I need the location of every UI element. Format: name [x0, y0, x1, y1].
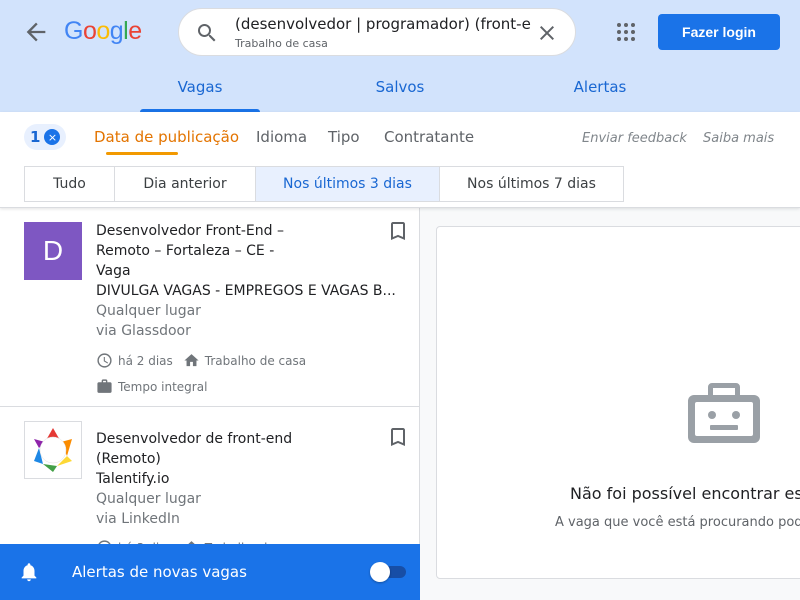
main-tabs: Vagas Salvos Alertas: [0, 68, 800, 112]
job-location: Qualquer lugar: [96, 303, 201, 319]
job-location: Qualquer lugar: [96, 491, 201, 507]
logo-letter: o: [96, 17, 110, 45]
job-title[interactable]: Desenvolvedor Front-End – Remoto – Forta…: [96, 221, 316, 281]
filter-tab-date-posted[interactable]: Data de publicação: [94, 128, 239, 146]
company-logo: D: [24, 222, 82, 280]
date-option-all[interactable]: Tudo: [25, 167, 115, 201]
login-button[interactable]: Fazer login: [658, 14, 780, 50]
job-title-line: Desenvolvedor Front-End –: [96, 223, 284, 239]
filter-tab-type[interactable]: Tipo: [328, 128, 360, 146]
job-meta-row: há 2 dias Trabalho de casa: [96, 352, 306, 369]
job-company: Talentify.io: [96, 471, 170, 487]
filter-tab-underline: [106, 152, 178, 155]
empty-state-title: Não foi possível encontrar es: [570, 484, 800, 503]
google-logo[interactable]: Google: [64, 17, 142, 46]
search-input[interactable]: (desenvolvedor | programador) (front-end: [235, 15, 531, 33]
send-feedback-link[interactable]: Enviar feedback: [582, 131, 687, 146]
search-icon[interactable]: [195, 21, 219, 45]
job-listing[interactable]: D Desenvolvedor Front-End – Remoto – For…: [0, 208, 419, 407]
date-filter-options: Tudo Dia anterior Nos últimos 3 dias Nos…: [24, 166, 624, 202]
job-posted: há 2 dias: [118, 353, 173, 368]
logo-letter: e: [128, 17, 142, 45]
date-option-last-7-days[interactable]: Nos últimos 7 dias: [440, 167, 623, 201]
clear-filters-icon[interactable]: ×: [44, 129, 61, 145]
job-meta-row: Tempo integral: [96, 378, 207, 395]
job-schedule: Tempo integral: [118, 379, 208, 394]
job-alerts-label: Alertas de novas vagas: [72, 563, 247, 581]
toggle-knob: [370, 562, 390, 582]
close-icon[interactable]: [535, 21, 559, 45]
job-alerts-toggle[interactable]: [370, 562, 406, 582]
date-option-last-3-days[interactable]: Nos últimos 3 dias: [256, 167, 440, 201]
tab-vagas[interactable]: Vagas: [140, 68, 260, 112]
filter-tab-employer[interactable]: Contratante: [384, 128, 474, 146]
logo-letter: G: [64, 17, 83, 45]
company-logo: [24, 421, 82, 479]
clock-icon: [97, 353, 112, 368]
job-alerts-bar: Alertas de novas vagas: [0, 544, 420, 600]
logo-letter: g: [109, 17, 124, 45]
search-box[interactable]: (desenvolvedor | programador) (front-end…: [178, 8, 576, 56]
job-title-line: Remoto – Fortaleza – CE -: [96, 243, 275, 259]
arrow-back-icon[interactable]: [22, 18, 50, 46]
learn-more-link[interactable]: Saiba mais: [703, 131, 774, 146]
date-option-yesterday[interactable]: Dia anterior: [115, 167, 256, 201]
job-title[interactable]: Desenvolvedor de front-end (Remoto): [96, 429, 316, 469]
company-logo-letter: D: [42, 235, 64, 266]
active-filter-count: 1: [30, 128, 41, 146]
job-company: DIVULGA VAGAS - EMPREGOS E VAGAS B...: [96, 283, 396, 299]
briefcase-icon: [97, 379, 112, 393]
tab-salvos[interactable]: Salvos: [340, 68, 460, 112]
logo-letter: o: [82, 17, 97, 45]
job-title-line: Vaga: [96, 263, 131, 279]
job-results-list[interactable]: D Desenvolvedor Front-End – Remoto – For…: [0, 208, 420, 600]
sad-briefcase-icon: [688, 383, 760, 443]
apps-grid-icon[interactable]: [614, 20, 638, 44]
bell-icon: [21, 563, 37, 582]
job-title-line: (Remoto): [96, 451, 161, 467]
job-title-line: Desenvolvedor de front-end: [96, 431, 293, 447]
job-source: via LinkedIn: [96, 511, 180, 527]
active-filter-count-chip[interactable]: 1 ×: [24, 124, 66, 150]
header-bar: Google (desenvolvedor | programador) (fr…: [0, 0, 800, 112]
filter-bar: 1 × Data de publicação Idioma Tipo Contr…: [0, 112, 800, 208]
empty-state-subtitle: A vaga que você está procurando pod: [555, 515, 800, 530]
talentify-logo-icon: [34, 428, 72, 472]
job-work-type: Trabalho de casa: [204, 353, 307, 368]
job-source: via Glassdoor: [96, 323, 191, 339]
bookmark-icon[interactable]: [386, 219, 410, 243]
job-detail-card: Não foi possível encontrar es A vaga que…: [436, 226, 800, 579]
filter-tab-language[interactable]: Idioma: [256, 128, 307, 146]
home-icon: [184, 354, 199, 367]
tab-alertas[interactable]: Alertas: [540, 68, 660, 112]
bookmark-icon[interactable]: [386, 425, 410, 449]
search-subtitle: Trabalho de casa: [235, 37, 328, 50]
job-detail-pane: Não foi possível encontrar es A vaga que…: [420, 208, 800, 600]
